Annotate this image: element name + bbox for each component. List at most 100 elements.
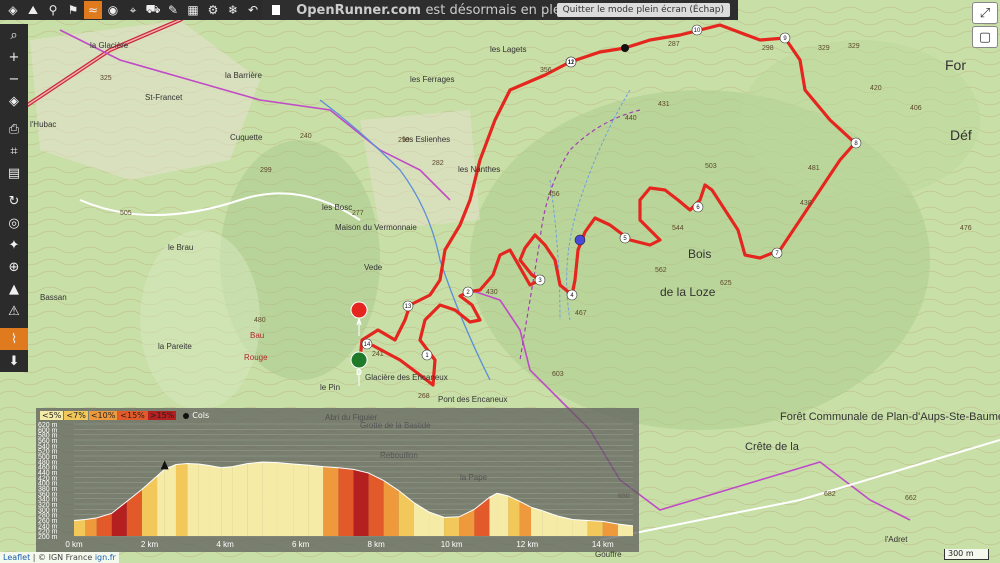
elevation-profile[interactable]: <5% <7% <10% <15% >15% Cols 620 m 600 m 580 m 56…: [36, 408, 639, 552]
map-label: l'Adret: [885, 535, 908, 544]
elevation-label: 662: [905, 495, 917, 502]
map-label: la Barrière: [225, 71, 262, 80]
profile-segment: [338, 467, 354, 536]
top-toolbar: ◈ ⛰ ⚲ ⚑ ≈ ◉ ⌖ ⛟ ✎ ▦ ⚙ ❄ ↶: [0, 0, 262, 20]
pin-icon[interactable]: ⌖: [124, 1, 142, 19]
bike-icon[interactable]: ⚙: [204, 1, 222, 19]
route-marker[interactable]: 10: [694, 28, 701, 34]
bicycle-icon[interactable]: ⚲: [44, 1, 62, 19]
elevation-label: 298: [762, 45, 774, 52]
profile-segment: [198, 464, 210, 536]
map-label: Crête de la: [745, 441, 800, 453]
elevation-label: 299: [260, 167, 272, 174]
layers-icon[interactable]: ◈: [4, 1, 22, 19]
hiking-icon[interactable]: ⛰: [24, 1, 42, 19]
map-label: Vede: [364, 263, 383, 272]
car-icon[interactable]: ⛟: [144, 1, 162, 19]
map-label: St-Francet: [145, 93, 183, 102]
profile-segment: [111, 501, 127, 536]
elevation-label: 682: [824, 491, 836, 498]
wave-icon[interactable]: ≈: [84, 1, 102, 19]
square-icon: ▢: [978, 29, 992, 45]
elevation-label: 456: [548, 191, 560, 198]
attribution-source: | © IGN France: [32, 553, 93, 562]
elevation-label: 406: [910, 105, 922, 112]
exit-fullscreen-button[interactable]: Quitter le mode plein écran (Échap): [556, 3, 730, 17]
elevation-label: 277: [352, 210, 364, 217]
walker-icon[interactable]: ⚑: [64, 1, 82, 19]
elevation-label: 544: [672, 225, 684, 232]
search-icon[interactable]: ⌕: [0, 24, 28, 46]
left-toolbar: ⌕ + − ◈ ⎙ ⌗ ▤ ↻ ◎ ✦ ⊕ ▲ ⚠ ⌇ ⬇: [0, 24, 28, 372]
plus-icon[interactable]: +: [0, 46, 28, 68]
elevation-label: 481: [808, 165, 820, 172]
map-label: Bassan: [40, 293, 67, 302]
elevation-label: 562: [655, 267, 667, 274]
warning-icon[interactable]: ⚠: [0, 300, 28, 322]
chart-icon[interactable]: ▤: [0, 162, 28, 184]
eye-icon[interactable]: ◉: [104, 1, 122, 19]
compass-icon[interactable]: ✦: [0, 234, 28, 256]
profile-segment: [157, 469, 165, 536]
map-label: Bau: [250, 331, 264, 340]
route-marker[interactable]: 14: [364, 342, 371, 348]
profile-segment: [126, 489, 142, 536]
elevation-label: 440: [625, 115, 637, 122]
x-tick-label: 6 km: [292, 540, 310, 549]
print-icon[interactable]: ⎙: [0, 118, 28, 140]
leaflet-link[interactable]: Leaflet: [3, 553, 30, 562]
elevation-label: 476: [960, 225, 972, 232]
route-marker[interactable]: 13: [405, 304, 412, 310]
x-tick-label: 12 km: [516, 540, 538, 549]
profile-segment: [232, 463, 248, 536]
x-tick-label: 4 km: [216, 540, 234, 549]
profile-segment: [353, 469, 369, 536]
profile-segment: [429, 512, 445, 536]
globe-icon[interactable]: ⊕: [0, 256, 28, 278]
profile-segment: [497, 493, 509, 536]
elevation-label: 287: [668, 41, 680, 48]
x-tick-label: 0 km: [65, 540, 83, 549]
map-label: Glacière des Encaneux: [365, 373, 448, 382]
map-label: le Pin: [320, 383, 340, 392]
y-tick-label: 200 m: [38, 534, 58, 541]
edit-icon[interactable]: ✎: [164, 1, 182, 19]
elevation-label: 503: [705, 163, 717, 170]
profile-segment: [323, 466, 339, 536]
elevation-label: 603: [552, 371, 564, 378]
elevation-label: 282: [432, 160, 444, 167]
layers-icon[interactable]: ◈: [0, 90, 28, 112]
x-tick-label: 14 km: [592, 540, 614, 549]
profile-segment: [508, 496, 520, 536]
profile-segment: [247, 462, 263, 536]
ign-link[interactable]: ign.fr: [95, 553, 116, 562]
checkbox-icon[interactable]: [272, 5, 281, 15]
profile-segment: [293, 464, 309, 536]
elevation-label: 325: [100, 75, 112, 82]
profile-segment: [85, 517, 97, 536]
map-label: Forêt Communale de Plan-d'Aups-Ste-Baume: [780, 411, 1000, 423]
map-label: les Nanthes: [458, 165, 500, 174]
end-marker[interactable]: D: [356, 368, 362, 377]
profile-segment: [489, 493, 498, 536]
terrain-icon[interactable]: ▲: [0, 278, 28, 300]
profile-segment: [308, 465, 324, 536]
refresh-icon[interactable]: ↻: [0, 190, 28, 212]
start-marker[interactable]: A: [356, 318, 362, 327]
profile-icon[interactable]: ⌇: [0, 328, 28, 350]
route-marker[interactable]: 12: [568, 60, 575, 66]
map-label: For: [945, 57, 966, 73]
profile-segment: [141, 476, 158, 536]
fullscreen-toggle-button[interactable]: ⤢: [972, 2, 998, 24]
crop-icon[interactable]: ⌗: [0, 140, 28, 162]
minus-icon[interactable]: −: [0, 68, 28, 90]
view-toggle-button[interactable]: ▢: [972, 26, 998, 48]
back-icon[interactable]: ↶: [244, 1, 262, 19]
ski-icon[interactable]: ❄: [224, 1, 242, 19]
download-icon[interactable]: ⬇: [0, 350, 28, 372]
col-marker[interactable]: [160, 460, 169, 470]
elevation-label: 240: [300, 133, 312, 140]
locate-icon[interactable]: ◎: [0, 212, 28, 234]
grid-icon[interactable]: ▦: [184, 1, 202, 19]
map-label: Rouge: [244, 353, 268, 362]
